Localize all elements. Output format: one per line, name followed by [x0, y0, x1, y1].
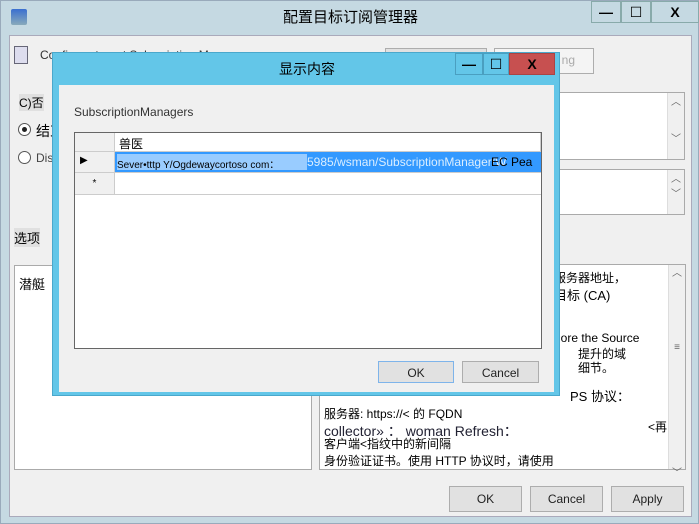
radio-disable[interactable]	[18, 151, 31, 164]
description-line: 目标 (CA)	[554, 288, 611, 303]
description-line: 身份验证证书。使用 HTTP 协议时，请使用	[324, 454, 554, 468]
description-line: 服务器: https://< 的 FQDN	[324, 407, 463, 421]
description-line: 客户端<指纹中的新间隔	[324, 437, 452, 451]
ok-button[interactable]: OK	[449, 486, 522, 512]
comment-textbox[interactable]: ︿ ﹀	[547, 92, 685, 160]
cell-value-selected[interactable]: Sever•tttp Y/Ogdewaycortoso com：	[117, 154, 307, 171]
data-grid[interactable]: 兽医 ▶ Sever•tttp Y/Ogdewaycortoso com： 59…	[74, 132, 542, 349]
row-selector-arrow-icon[interactable]: ▶	[75, 152, 115, 173]
list-item[interactable]: 潜艇	[19, 274, 45, 293]
calendar-icon	[14, 46, 28, 64]
scrollbar[interactable]: ︿ ﹀	[667, 93, 684, 159]
maximize-button[interactable]: ☐	[621, 1, 651, 23]
grid-corner	[75, 133, 115, 152]
description-line: gore the Source	[554, 331, 640, 345]
new-row[interactable]	[115, 173, 541, 195]
apply-button[interactable]: Apply	[611, 486, 684, 512]
dialog-cancel-button[interactable]: Cancel	[462, 361, 539, 383]
dialog-close-button[interactable]: X	[509, 53, 555, 75]
show-contents-dialog: 显示内容 — ☐ X SubscriptionManagers 兽医 ▶ Sev…	[52, 52, 560, 396]
cell-value-tail: EC Pea	[491, 155, 533, 169]
close-button[interactable]: X	[651, 1, 699, 23]
description-line: <再	[648, 420, 668, 434]
dialog-maximize-button[interactable]: ☐	[483, 53, 509, 75]
cancel-button[interactable]: Cancel	[530, 486, 603, 512]
scrollbar[interactable]: ︿ ﹀	[667, 170, 684, 214]
description-line: 服务器地址，	[554, 271, 627, 285]
radio-no-label[interactable]: C)否	[19, 94, 44, 111]
second-textbox[interactable]: ︿ ﹀	[547, 169, 685, 215]
description-line: PS 协议：	[570, 389, 630, 404]
table-row[interactable]: Sever•tttp Y/Ogdewaycortoso com： 5985/ws…	[115, 152, 541, 173]
dialog-minimize-button[interactable]: —	[455, 53, 483, 75]
new-row-asterisk-icon[interactable]: *	[75, 173, 115, 195]
dialog-ok-button[interactable]: OK	[378, 361, 454, 383]
dialog-body: SubscriptionManagers 兽医 ▶ Sever•tttp Y/O…	[59, 85, 554, 392]
column-header[interactable]: 兽医	[115, 133, 541, 152]
description-line: 细节。	[578, 361, 615, 375]
radio-end[interactable]	[18, 123, 31, 136]
options-label: 选项	[14, 228, 41, 247]
description-scrollbar[interactable]: ︿ ≡ ﹀	[668, 265, 685, 479]
cell-value: 5985/wsman/SubscriptionManager/W	[307, 155, 507, 169]
dialog-label: SubscriptionManagers	[74, 105, 194, 119]
minimize-button[interactable]: —	[591, 1, 621, 23]
